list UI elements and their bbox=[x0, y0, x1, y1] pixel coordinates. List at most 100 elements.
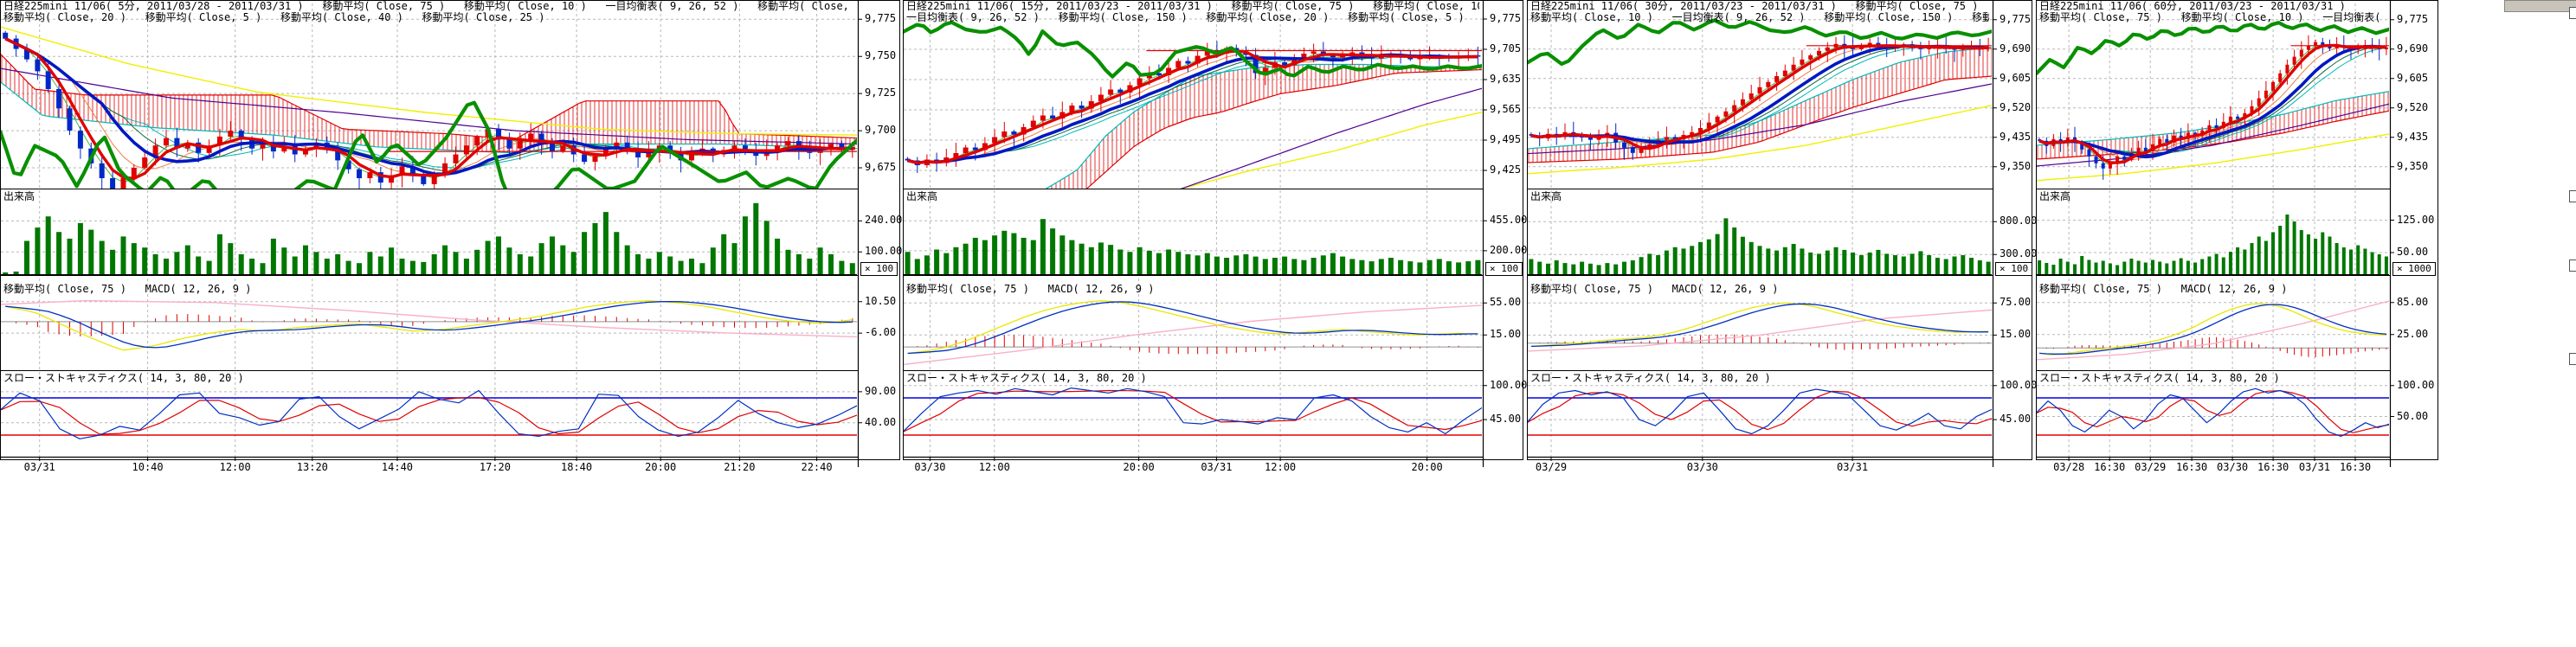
time-axis-label: 03/29 bbox=[1530, 462, 1572, 473]
chart-window-4: 日経225mini 11/06( 60分, 2011/03/23 - 2011/… bbox=[2036, 0, 2438, 474]
macd-pane-title: 移動平均( Close, 75 ) MACD( 12, 26, 9 ) bbox=[906, 284, 1154, 295]
time-axis-label: 16:30 bbox=[2171, 462, 2212, 473]
time-axis-label: 17:20 bbox=[474, 462, 516, 473]
stoch-axis-label: 50.00 bbox=[2397, 411, 2428, 422]
time-axis-label: 03/28 bbox=[2048, 462, 2090, 473]
volume-axis-label: 200.00 bbox=[1490, 245, 1527, 256]
clipped-window-edge-mark bbox=[2569, 7, 2576, 19]
volume-axis-label: 50.00 bbox=[2397, 247, 2428, 258]
macd-axis-label: 75.00 bbox=[2000, 297, 2031, 308]
time-axis-label: 16:30 bbox=[2252, 462, 2294, 473]
macd-axis-label: 25.00 bbox=[2397, 329, 2428, 340]
time-axis-label: 12:00 bbox=[215, 462, 256, 473]
time-axis-label: 10:40 bbox=[127, 462, 169, 473]
price-axis-label: 9,705 bbox=[1490, 43, 1521, 54]
price-axis-label: 9,725 bbox=[865, 87, 896, 99]
time-axis-label: 03/31 bbox=[1832, 462, 1873, 473]
scale-badge: × 100 bbox=[1995, 262, 2032, 276]
time-axis-label: 03/31 bbox=[19, 462, 61, 473]
time-axis-label: 14:40 bbox=[377, 462, 418, 473]
volume-axis-label: 125.00 bbox=[2397, 215, 2434, 226]
volume-pane-title: 出来高 bbox=[906, 191, 937, 202]
chart-window-2: 日経225mini 11/06( 15分, 2011/03/23 - 2011/… bbox=[903, 0, 1523, 474]
macd-axis-label: 55.00 bbox=[1490, 297, 1521, 308]
stoch-axis-label: 100.00 bbox=[1490, 380, 1527, 391]
time-axis-label: 20:00 bbox=[1118, 462, 1160, 473]
volume-axis-label: 300.00 bbox=[2000, 248, 2037, 259]
volume-axis-label: 100.00 bbox=[865, 246, 902, 257]
price-axis-label: 9,775 bbox=[865, 13, 896, 24]
time-axis-label: 21:20 bbox=[718, 462, 760, 473]
panel-title-line2: 一目均衡表( 9, 26, 52 ) 移動平均( Close, 150 ) 移動… bbox=[906, 12, 1479, 23]
time-axis-label: 03/30 bbox=[2212, 462, 2253, 473]
stoch-axis-label: 100.00 bbox=[2000, 380, 2037, 391]
price-axis-label: 9,750 bbox=[865, 50, 896, 61]
chart-svg-panel-2[interactable] bbox=[903, 0, 1523, 474]
stoch-pane-title: スロー・ストキャスティクス( 14, 3, 80, 20 ) bbox=[2039, 373, 2280, 384]
volume-axis-label: 455.00 bbox=[1490, 215, 1527, 226]
stoch-axis-label: 90.00 bbox=[865, 386, 896, 397]
price-axis-label: 9,565 bbox=[1490, 104, 1521, 115]
time-axis-label: 16:30 bbox=[2089, 462, 2130, 473]
stoch-axis-label: 45.00 bbox=[2000, 413, 2031, 425]
price-axis-label: 9,690 bbox=[2397, 43, 2428, 54]
macd-axis-label: 10.50 bbox=[865, 296, 896, 307]
time-axis-label: 12:00 bbox=[1259, 462, 1301, 473]
price-axis-label: 9,775 bbox=[2000, 14, 2031, 25]
macd-pane-title: 移動平均( Close, 75 ) MACD( 12, 26, 9 ) bbox=[3, 284, 251, 295]
panel-title-line1: 日経225mini 11/06( 30分, 2011/03/23 - 2011/… bbox=[1530, 1, 1989, 12]
time-axis-label: 16:30 bbox=[2334, 462, 2376, 473]
price-axis-label: 9,435 bbox=[2397, 131, 2428, 143]
window-fragment-top-right bbox=[2504, 0, 2576, 12]
price-axis-label: 9,775 bbox=[1490, 13, 1521, 24]
price-axis-label: 9,425 bbox=[1490, 164, 1521, 176]
price-axis-label: 9,520 bbox=[2397, 102, 2428, 113]
macd-axis-label: 85.00 bbox=[2397, 297, 2428, 308]
price-axis-label: 9,495 bbox=[1490, 134, 1521, 145]
panel-title-line1: 日経225mini 11/06( 5分, 2011/03/28 - 2011/0… bbox=[3, 1, 854, 12]
macd-axis-label: 15.00 bbox=[1490, 329, 1521, 340]
stoch-pane-title: スロー・ストキャスティクス( 14, 3, 80, 20 ) bbox=[906, 373, 1147, 384]
time-axis-label: 20:00 bbox=[1407, 462, 1448, 473]
macd-axis-label: 15.00 bbox=[2000, 329, 2031, 340]
clipped-window-edge-mark bbox=[2569, 353, 2576, 365]
price-axis-label: 9,435 bbox=[2000, 131, 2031, 143]
volume-axis-label: 800.00 bbox=[2000, 215, 2037, 227]
time-axis-label: 03/31 bbox=[2294, 462, 2335, 473]
time-axis-label: 20:00 bbox=[640, 462, 681, 473]
volume-axis-label: 240.00 bbox=[865, 215, 902, 226]
price-axis-label: 9,690 bbox=[2000, 43, 2031, 54]
price-axis-label: 9,675 bbox=[865, 162, 896, 173]
price-axis-label: 9,350 bbox=[2000, 161, 2031, 172]
chart-svg-panel-3[interactable] bbox=[1527, 0, 2032, 474]
price-axis-label: 9,700 bbox=[865, 125, 896, 136]
price-axis-label: 9,350 bbox=[2397, 161, 2428, 172]
scale-badge: × 100 bbox=[860, 262, 898, 276]
time-axis-label: 13:20 bbox=[292, 462, 333, 473]
volume-pane-title: 出来高 bbox=[3, 191, 35, 202]
time-axis-label: 18:40 bbox=[556, 462, 597, 473]
time-axis-label: 03/31 bbox=[1195, 462, 1237, 473]
macd-axis-label: -6.00 bbox=[865, 327, 896, 338]
clipped-window-edge-mark bbox=[2569, 259, 2576, 272]
scale-badge: × 1000 bbox=[2392, 262, 2436, 276]
price-axis-label: 9,605 bbox=[2397, 73, 2428, 84]
panel-title-line1: 日経225mini 11/06( 15分, 2011/03/23 - 2011/… bbox=[906, 1, 1479, 12]
time-axis-label: 22:40 bbox=[796, 462, 838, 473]
volume-pane-title: 出来高 bbox=[1530, 191, 1562, 202]
clipped-window-edge-mark bbox=[2569, 190, 2576, 202]
volume-pane-title: 出来高 bbox=[2039, 191, 2070, 202]
price-axis-label: 9,775 bbox=[2397, 14, 2428, 25]
chart-window-3: 日経225mini 11/06( 30分, 2011/03/23 - 2011/… bbox=[1527, 0, 2032, 474]
stoch-axis-label: 100.00 bbox=[2397, 380, 2434, 391]
chart-svg-panel-4[interactable] bbox=[2036, 0, 2438, 474]
price-axis-label: 9,605 bbox=[2000, 73, 2031, 84]
panel-title-line2: 移動平均( Close, 20 ) 移動平均( Close, 5 ) 移動平均(… bbox=[3, 12, 854, 23]
scale-badge: × 100 bbox=[1485, 262, 1523, 276]
price-axis-label: 9,520 bbox=[2000, 102, 2031, 113]
stoch-axis-label: 45.00 bbox=[1490, 413, 1521, 425]
chart-svg-panel-1[interactable] bbox=[0, 0, 900, 474]
trading-app-desktop: { "app": {"background": "#ffffff"}, "sha… bbox=[0, 0, 2576, 647]
price-axis-label: 9,635 bbox=[1490, 74, 1521, 85]
panel-title-line1: 日経225mini 11/06( 60分, 2011/03/23 - 2011/… bbox=[2039, 1, 2386, 12]
